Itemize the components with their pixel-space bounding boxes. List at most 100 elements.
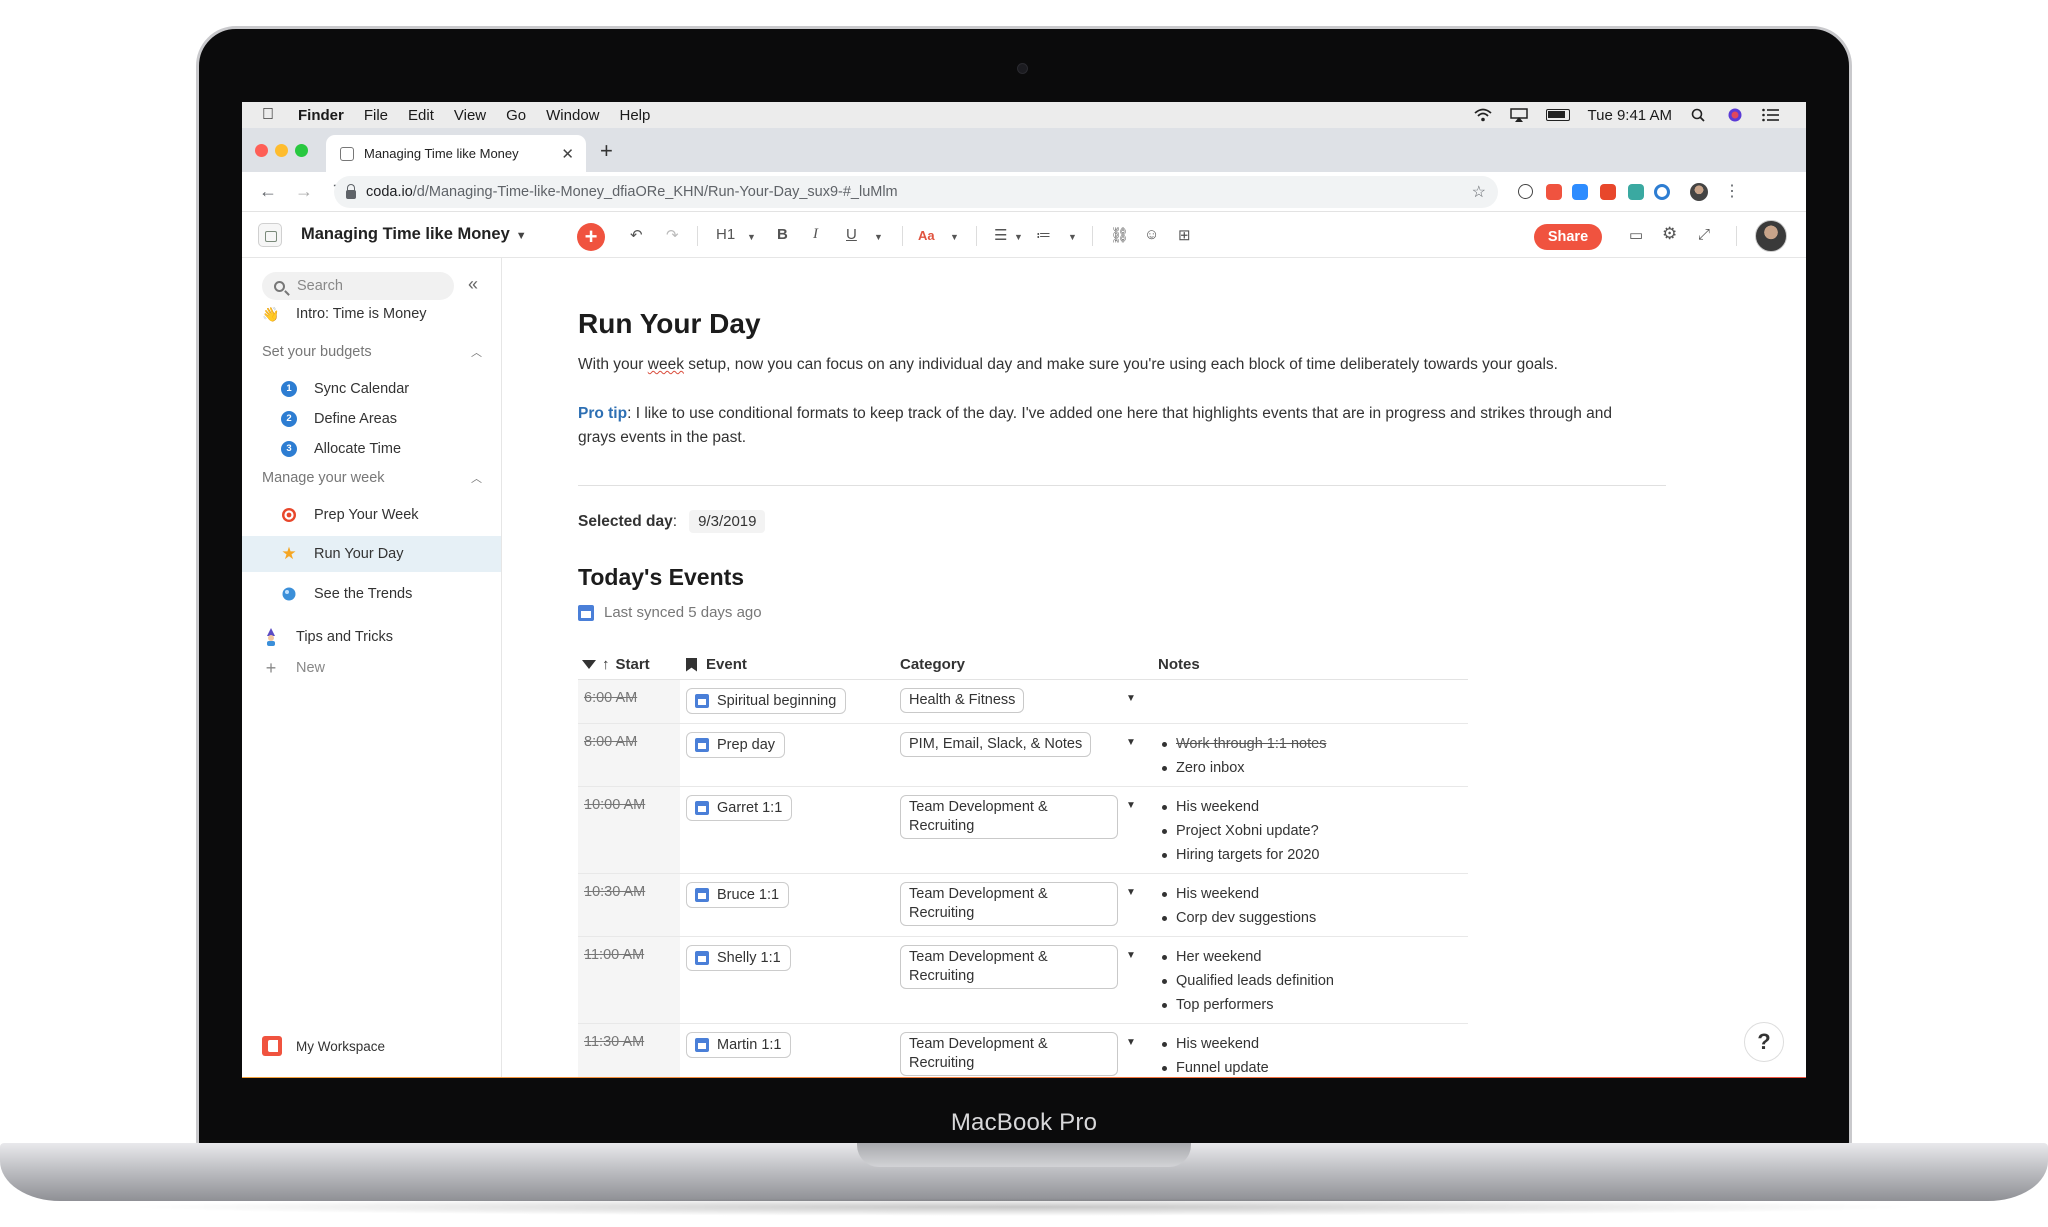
- browser-profile-avatar[interactable]: [1690, 183, 1708, 201]
- forward-icon[interactable]: →: [294, 181, 314, 202]
- browser-tab-active[interactable]: Managing Time like Money ✕: [326, 135, 586, 172]
- emoji-icon[interactable]: ☺: [1144, 226, 1159, 243]
- align-icon[interactable]: ☰: [994, 226, 1007, 244]
- column-header-start[interactable]: ↑ Start: [582, 656, 650, 673]
- category-chip[interactable]: Team Development & Recruiting: [900, 1032, 1118, 1076]
- underline-dropdown-icon[interactable]: ▼: [874, 232, 883, 242]
- table-row[interactable]: 6:00 AM Spiritual beginning Health & Fit…: [578, 680, 1468, 724]
- selected-day-input[interactable]: 9/3/2019: [689, 510, 766, 533]
- italic-button[interactable]: I: [813, 226, 818, 243]
- redo-icon[interactable]: ↷: [666, 226, 679, 244]
- siri-icon[interactable]: [1726, 108, 1744, 122]
- text-color-button[interactable]: Aa: [918, 228, 935, 243]
- sidebar-section-budgets[interactable]: Set your budgets ︿: [262, 344, 482, 360]
- address-url[interactable]: coda.io/d/Managing-Time-like-Money_dfiaO…: [366, 184, 898, 200]
- intro-paragraph[interactable]: With your week setup, now you can focus …: [578, 356, 1558, 374]
- spotlight-icon[interactable]: [1690, 108, 1708, 122]
- doc-title-menu[interactable]: Managing Time like Money ▼: [301, 225, 527, 244]
- event-chip[interactable]: Bruce 1:1: [686, 882, 790, 908]
- address-bar[interactable]: coda.io/d/Managing-Time-like-Money_dfiaO…: [334, 176, 1498, 208]
- category-dropdown-icon[interactable]: ▼: [1126, 737, 1136, 748]
- undo-icon[interactable]: ↶: [630, 226, 643, 244]
- extension-teal-icon[interactable]: [1628, 184, 1644, 200]
- collapse-sidebar-icon[interactable]: «: [468, 274, 478, 295]
- category-chip[interactable]: Team Development & Recruiting: [900, 882, 1118, 926]
- help-button[interactable]: ?: [1744, 1022, 1784, 1062]
- add-comment-icon[interactable]: ⊞: [1178, 226, 1191, 244]
- bookmark-star-icon[interactable]: ☆: [1472, 182, 1486, 202]
- doc-icon[interactable]: [258, 223, 282, 247]
- table-row[interactable]: 11:30 AM Martin 1:1 Team Development & R…: [578, 1024, 1468, 1078]
- column-header-event[interactable]: Event: [686, 656, 747, 673]
- new-tab-icon[interactable]: +: [600, 138, 613, 164]
- menu-window[interactable]: Window: [546, 107, 599, 124]
- section-heading[interactable]: Today's Events: [578, 564, 744, 591]
- menu-file[interactable]: File: [364, 107, 388, 124]
- table-row[interactable]: 8:00 AM Prep day PIM, Email, Slack, & No…: [578, 724, 1468, 787]
- category-dropdown-icon[interactable]: ▼: [1126, 887, 1136, 898]
- notes-list[interactable]: His weekend Funnel update: [1158, 1032, 1269, 1078]
- sidebar-new-page[interactable]: + New: [242, 650, 501, 686]
- workspace-switcher[interactable]: My Workspace: [262, 1036, 385, 1056]
- filter-icon[interactable]: [582, 660, 596, 669]
- event-chip[interactable]: Garret 1:1: [686, 795, 793, 821]
- bold-button[interactable]: B: [777, 226, 788, 243]
- chevron-up-icon[interactable]: ︿: [471, 344, 482, 360]
- event-chip[interactable]: Martin 1:1: [686, 1032, 792, 1058]
- extension-clipper-icon[interactable]: [1600, 184, 1616, 200]
- event-chip[interactable]: Spiritual beginning: [686, 688, 847, 714]
- menu-help[interactable]: Help: [620, 107, 651, 124]
- text-color-dropdown-icon[interactable]: ▼: [950, 232, 959, 242]
- category-chip[interactable]: Team Development & Recruiting: [900, 795, 1118, 839]
- category-dropdown-icon[interactable]: ▼: [1126, 1037, 1136, 1048]
- menu-edit[interactable]: Edit: [408, 107, 434, 124]
- table-row[interactable]: 10:30 AM Bruce 1:1 Team Development & Re…: [578, 874, 1468, 937]
- category-dropdown-icon[interactable]: ▼: [1126, 800, 1136, 811]
- notes-list[interactable]: Her weekend Qualified leads definition T…: [1158, 945, 1334, 1017]
- back-icon[interactable]: ←: [258, 181, 278, 202]
- list-dropdown-icon[interactable]: ▼: [1068, 232, 1077, 242]
- fullscreen-icon[interactable]: ⤢: [1698, 226, 1710, 243]
- menubar-clock[interactable]: Tue 9:41 AM: [1588, 107, 1673, 124]
- sidebar-section-week[interactable]: Manage your week ︿: [262, 470, 482, 486]
- column-header-notes[interactable]: Notes: [1158, 656, 1200, 673]
- comments-icon[interactable]: ▭: [1629, 226, 1643, 244]
- user-avatar[interactable]: [1755, 220, 1787, 252]
- sidebar-item-run-your-day[interactable]: ★ Run Your Day: [242, 536, 501, 572]
- table-row[interactable]: 10:00 AM Garret 1:1 Team Development & R…: [578, 787, 1468, 874]
- notes-list[interactable]: His weekend Corp dev suggestions: [1158, 882, 1316, 930]
- extension-zoom-icon[interactable]: [1572, 184, 1588, 200]
- chevron-up-icon[interactable]: ︿: [471, 470, 482, 486]
- pro-tip-paragraph[interactable]: Pro tip: I like to use conditional forma…: [578, 402, 1618, 450]
- notification-center-icon[interactable]: [1762, 108, 1780, 122]
- event-chip[interactable]: Shelly 1:1: [686, 945, 791, 971]
- menu-app[interactable]: Finder: [298, 107, 344, 124]
- sidebar-item-intro[interactable]: 👋 Intro: Time is Money: [242, 296, 501, 332]
- heading-button[interactable]: H1: [716, 226, 735, 243]
- event-chip[interactable]: Prep day: [686, 732, 786, 758]
- insert-button[interactable]: +: [577, 223, 605, 251]
- table-row[interactable]: 11:00 AM Shelly 1:1 Team Development & R…: [578, 937, 1468, 1024]
- link-icon[interactable]: ⛓: [1110, 226, 1129, 244]
- category-dropdown-icon[interactable]: ▼: [1126, 693, 1136, 704]
- category-chip[interactable]: PIM, Email, Slack, & Notes: [900, 732, 1092, 757]
- airplay-icon[interactable]: [1509, 108, 1528, 122]
- share-button[interactable]: Share: [1534, 224, 1602, 250]
- settings-gear-icon[interactable]: ⚙: [1662, 224, 1677, 244]
- menu-go[interactable]: Go: [506, 107, 526, 124]
- window-close-button[interactable]: [255, 144, 268, 157]
- notes-list[interactable]: Work through 1:1 notes Zero inbox: [1158, 732, 1326, 780]
- category-dropdown-icon[interactable]: ▼: [1126, 950, 1136, 961]
- extension-circle-icon[interactable]: [1654, 184, 1670, 200]
- extension-coda-icon[interactable]: [1546, 184, 1562, 200]
- window-zoom-button[interactable]: [295, 144, 308, 157]
- notes-list[interactable]: His weekend Project Xobni update? Hiring…: [1158, 795, 1319, 867]
- underline-button[interactable]: U: [846, 226, 857, 243]
- wifi-icon[interactable]: [1473, 108, 1492, 122]
- list-icon[interactable]: ≔: [1036, 226, 1051, 244]
- sidebar-item-allocate-time[interactable]: 3 Allocate Time: [242, 431, 501, 467]
- browser-menu-icon[interactable]: ⋮: [1724, 181, 1740, 200]
- window-minimize-button[interactable]: [275, 144, 288, 157]
- sidebar-item-prep-your-week[interactable]: Prep Your Week: [242, 497, 501, 533]
- column-header-category[interactable]: Category: [900, 656, 965, 673]
